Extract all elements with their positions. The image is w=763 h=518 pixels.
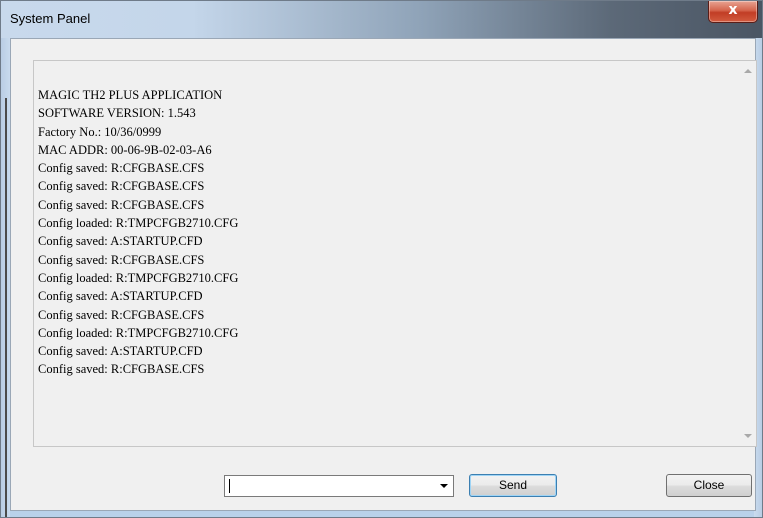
- log-line: Factory No.: 10/36/0999: [38, 124, 162, 139]
- log-line: Config saved: R:CFGBASE.CFS: [38, 161, 205, 176]
- window-close-icon[interactable]: x: [708, 1, 758, 23]
- client-area: MAGIC TH2 PLUS APPLICATION SOFTWARE VERSI…: [10, 38, 757, 511]
- log-line: SOFTWARE VERSION: 1.543: [38, 106, 196, 121]
- log-line: Config loaded: R:TMPCFGB2710.CFG: [38, 325, 239, 340]
- left-border-shadow: [5, 98, 7, 517]
- log-lines: MAGIC TH2 PLUS APPLICATION SOFTWARE VERSI…: [38, 86, 238, 379]
- log-line: Config loaded: R:TMPCFGB2710.CFG: [38, 216, 239, 231]
- window-title: System Panel: [10, 11, 91, 26]
- chevron-up-icon[interactable]: [744, 69, 752, 73]
- chevron-down-icon[interactable]: [440, 484, 448, 488]
- log-line: Config saved: R:CFGBASE.CFS: [38, 307, 205, 322]
- chevron-down-icon[interactable]: [744, 434, 752, 438]
- log-line: Config saved: A:STARTUP.CFD: [38, 234, 203, 249]
- title-bar[interactable]: System Panel x: [1, 1, 762, 38]
- text-cursor: [229, 479, 230, 493]
- log-line: Config saved: R:CFGBASE.CFS: [38, 197, 205, 212]
- send-button[interactable]: Send: [469, 474, 557, 497]
- command-combobox[interactable]: [224, 475, 454, 497]
- log-output-box[interactable]: MAGIC TH2 PLUS APPLICATION SOFTWARE VERSI…: [33, 60, 757, 447]
- log-line: Config saved: R:CFGBASE.CFS: [38, 179, 205, 194]
- log-line: Config saved: A:STARTUP.CFD: [38, 344, 203, 359]
- close-button[interactable]: Close: [666, 474, 752, 497]
- log-line: Config loaded: R:TMPCFGB2710.CFG: [38, 270, 239, 285]
- window-left-border: [1, 38, 10, 517]
- log-line: MAC ADDR: 00-06-9B-02-03-A6: [38, 142, 212, 157]
- log-line: MAGIC TH2 PLUS APPLICATION: [38, 88, 223, 102]
- log-line: Config saved: R:CFGBASE.CFS: [38, 362, 205, 377]
- log-scrollbar[interactable]: [739, 61, 756, 446]
- log-line: Config saved: A:STARTUP.CFD: [38, 289, 203, 304]
- system-panel-window: System Panel x MAGIC TH2 PLUS APPLICATIO…: [0, 0, 763, 518]
- log-line: Config saved: R:CFGBASE.CFS: [38, 252, 205, 267]
